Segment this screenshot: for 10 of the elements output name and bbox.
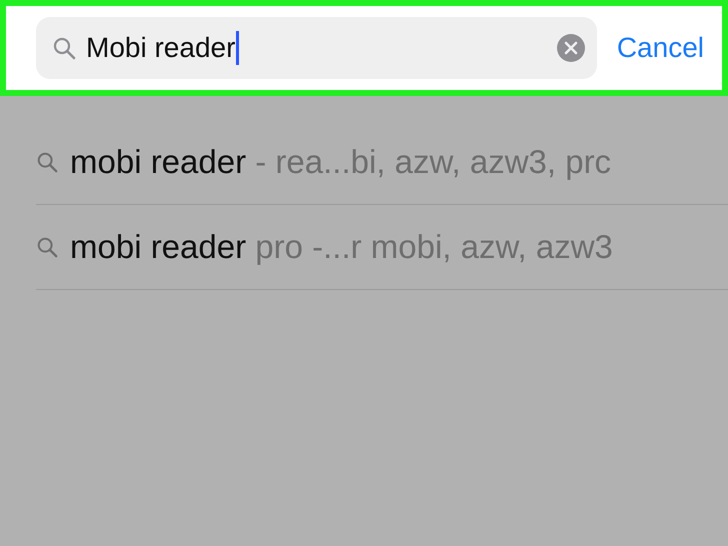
suggestion-item[interactable]: mobi reader - rea...bi, azw, azw3, prc [70,143,612,181]
clear-icon[interactable] [556,34,585,62]
text-cursor [236,31,240,65]
search-field[interactable]: Mobi reader [36,17,597,79]
search-icon [36,236,58,258]
search-icon [52,36,76,60]
search-icon [36,151,58,173]
search-text: Mobi reader [86,32,236,64]
suggestion-item[interactable]: mobi reader pro -...r mobi, azw, azw3 [70,228,613,266]
cancel-button[interactable]: Cancel [616,32,704,64]
